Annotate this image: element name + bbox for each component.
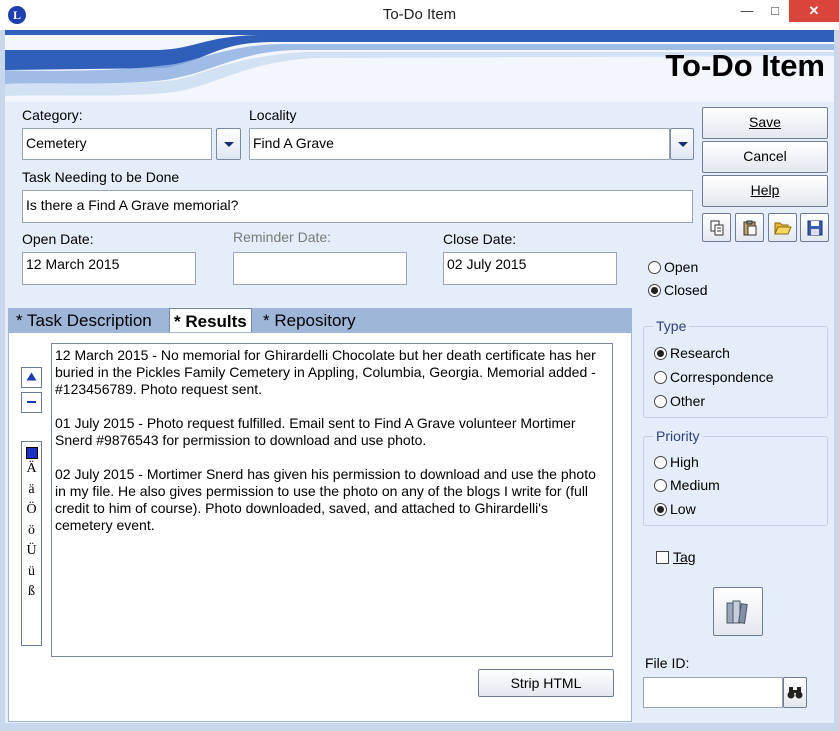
folder-open-icon bbox=[773, 222, 792, 235]
locality-field[interactable]: Find A Grave bbox=[249, 128, 670, 160]
tab-repository[interactable]: * Repository bbox=[263, 308, 356, 332]
cancel-button[interactable]: Cancel bbox=[702, 141, 828, 173]
task-label: Task Needing to be Done bbox=[22, 169, 180, 185]
tab-task-description[interactable]: * Task Description bbox=[16, 308, 152, 332]
results-paragraph: 12 March 2015 - No memorial for Ghirarde… bbox=[55, 347, 596, 397]
find-file-button[interactable] bbox=[783, 677, 807, 708]
maximize-button[interactable]: □ bbox=[761, 0, 789, 22]
status-open-radio[interactable] bbox=[648, 261, 661, 274]
char-sharp-s[interactable]: ß bbox=[22, 582, 41, 603]
close-date-label: Close Date: bbox=[443, 231, 517, 247]
char-a-umlaut-lower[interactable]: ä bbox=[22, 480, 41, 501]
special-character-palette: Ä ä Ö ö Ü ü ß bbox=[21, 441, 42, 646]
char-o-umlaut-lower[interactable]: ö bbox=[22, 521, 41, 542]
reminder-date-label: Reminder Date: bbox=[233, 229, 332, 245]
books-icon bbox=[726, 600, 748, 624]
type-other-radio[interactable] bbox=[654, 395, 667, 408]
priority-group-title: Priority bbox=[653, 428, 703, 444]
scroll-down-button[interactable] bbox=[21, 392, 42, 413]
strip-html-button-label: Strip HTML bbox=[510, 675, 582, 691]
copy-button[interactable] bbox=[702, 213, 731, 242]
window-title: To-Do Item bbox=[382, 6, 457, 23]
char-u-umlaut-lower[interactable]: ü bbox=[22, 562, 41, 583]
library-button[interactable] bbox=[713, 587, 763, 636]
task-field[interactable]: Is there a Find A Grave memorial? bbox=[22, 190, 693, 223]
tag-checkbox[interactable] bbox=[656, 551, 669, 564]
category-dropdown-button[interactable] bbox=[216, 128, 241, 160]
arrow-up-icon bbox=[26, 372, 37, 381]
close-date-field[interactable]: 02 July 2015 bbox=[443, 252, 617, 285]
tag-label[interactable]: Tag bbox=[673, 549, 696, 565]
binoculars-icon bbox=[787, 687, 803, 699]
priority-high-radio[interactable] bbox=[654, 456, 667, 469]
floppy-disk-icon bbox=[807, 220, 822, 236]
tab-results[interactable]: * Results bbox=[169, 308, 252, 332]
minimize-button[interactable]: — bbox=[733, 0, 761, 22]
char-a-umlaut-upper[interactable]: Ä bbox=[22, 459, 41, 480]
file-id-label: File ID: bbox=[645, 655, 690, 671]
priority-low-radio[interactable] bbox=[654, 503, 667, 516]
results-text-area[interactable]: 12 March 2015 - No memorial for Ghirarde… bbox=[51, 343, 613, 657]
paste-button[interactable] bbox=[735, 213, 764, 242]
strip-html-button[interactable]: Strip HTML bbox=[478, 669, 614, 697]
status-closed-radio[interactable] bbox=[648, 284, 661, 297]
open-date-field[interactable]: 12 March 2015 bbox=[22, 252, 196, 285]
close-button[interactable]: ✕ bbox=[789, 0, 839, 22]
char-u-umlaut-upper[interactable]: Ü bbox=[22, 541, 41, 562]
char-o-umlaut-upper[interactable]: Ö bbox=[22, 500, 41, 521]
priority-low-label[interactable]: Low bbox=[670, 501, 696, 517]
minus-icon bbox=[27, 401, 36, 403]
status-closed-label[interactable]: Closed bbox=[664, 282, 708, 298]
type-group-title: Type bbox=[653, 318, 690, 334]
status-open-label[interactable]: Open bbox=[664, 259, 698, 275]
reminder-date-field[interactable] bbox=[233, 252, 407, 285]
type-correspondence-label[interactable]: Correspondence bbox=[670, 369, 774, 385]
cancel-button-label: Cancel bbox=[743, 148, 787, 164]
save-file-button[interactable] bbox=[800, 213, 829, 242]
scroll-up-button[interactable] bbox=[21, 367, 42, 388]
type-research-label[interactable]: Research bbox=[670, 345, 730, 361]
priority-high-label[interactable]: High bbox=[670, 454, 699, 470]
results-paragraph: 02 July 2015 - Mortimer Snerd has given … bbox=[55, 466, 596, 533]
locality-dropdown-button[interactable] bbox=[670, 128, 694, 160]
category-label: Category: bbox=[22, 107, 83, 123]
help-button[interactable]: Help bbox=[702, 175, 828, 207]
save-button-label: Save bbox=[749, 114, 781, 130]
open-folder-button[interactable] bbox=[768, 213, 797, 242]
copy-icon bbox=[710, 220, 723, 236]
locality-label: Locality bbox=[249, 107, 297, 123]
file-id-field[interactable] bbox=[643, 677, 783, 708]
page-title: To-Do Item bbox=[665, 48, 825, 83]
save-button[interactable]: Save bbox=[702, 107, 828, 139]
open-date-label: Open Date: bbox=[22, 231, 94, 247]
type-research-radio[interactable] bbox=[654, 347, 667, 360]
paste-icon bbox=[743, 220, 756, 236]
type-correspondence-radio[interactable] bbox=[654, 371, 667, 384]
priority-medium-radio[interactable] bbox=[654, 479, 667, 492]
help-button-label: Help bbox=[750, 182, 780, 198]
type-other-label[interactable]: Other bbox=[670, 393, 705, 409]
priority-medium-label[interactable]: Medium bbox=[670, 477, 720, 493]
results-paragraph: 01 July 2015 - Photo request fulfilled. … bbox=[55, 415, 576, 448]
color-swatch-icon[interactable] bbox=[25, 447, 38, 459]
category-field[interactable]: Cemetery bbox=[22, 128, 212, 160]
